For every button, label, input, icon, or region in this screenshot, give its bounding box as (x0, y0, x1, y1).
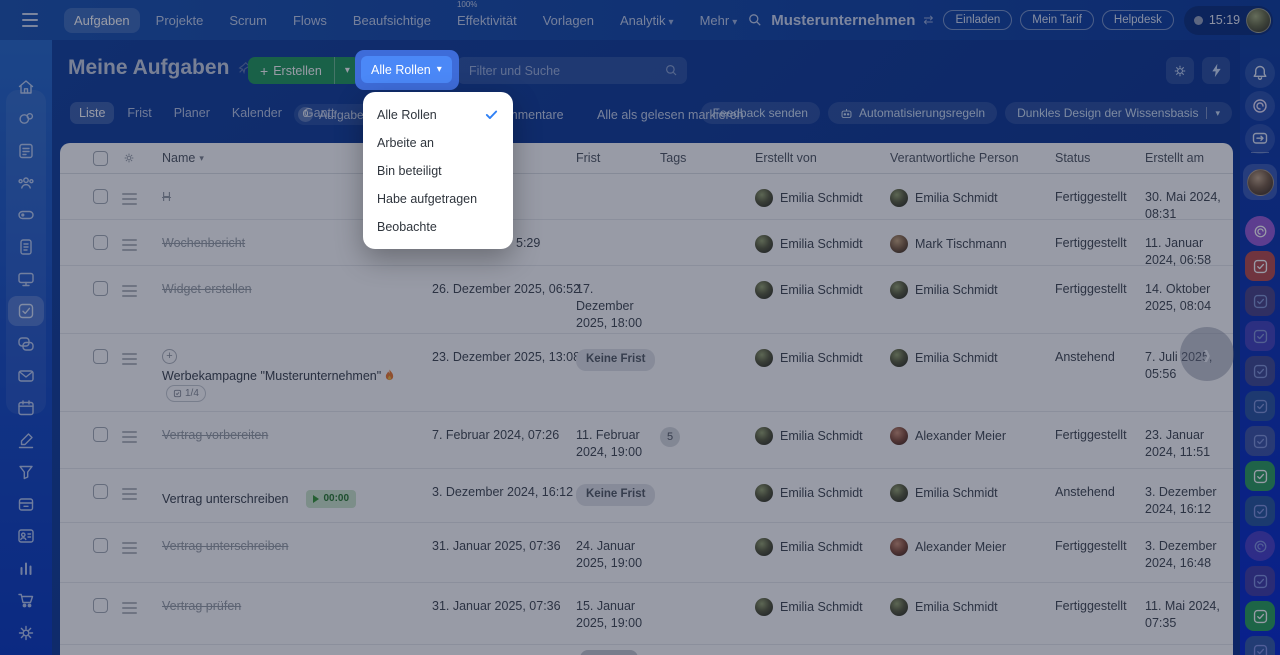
app-window: Aufgaben Projekte Scrum Flows Beaufsichtige 1… (0, 0, 1280, 655)
dropdown-item-arbeite-an[interactable]: Arbeite an (363, 129, 513, 157)
dropdown-item-bin-beteiligt[interactable]: Bin beteiligt (363, 157, 513, 185)
chevron-down-icon: ▾ (436, 64, 442, 75)
role-dropdown-menu: Alle Rollen Arbeite an Bin beteiligt Habe a… (363, 92, 513, 249)
dropdown-item-habe-aufgetragen[interactable]: Habe aufgetragen (363, 185, 513, 213)
dropdown-item-beobachte[interactable]: Beobachte (363, 213, 513, 241)
modal-overlay[interactable] (0, 0, 1280, 655)
checkmark-icon (484, 107, 499, 122)
role-filter-button[interactable]: Alle Rollen ▾ (361, 56, 452, 83)
dropdown-item-alle-rollen[interactable]: Alle Rollen (363, 100, 513, 129)
